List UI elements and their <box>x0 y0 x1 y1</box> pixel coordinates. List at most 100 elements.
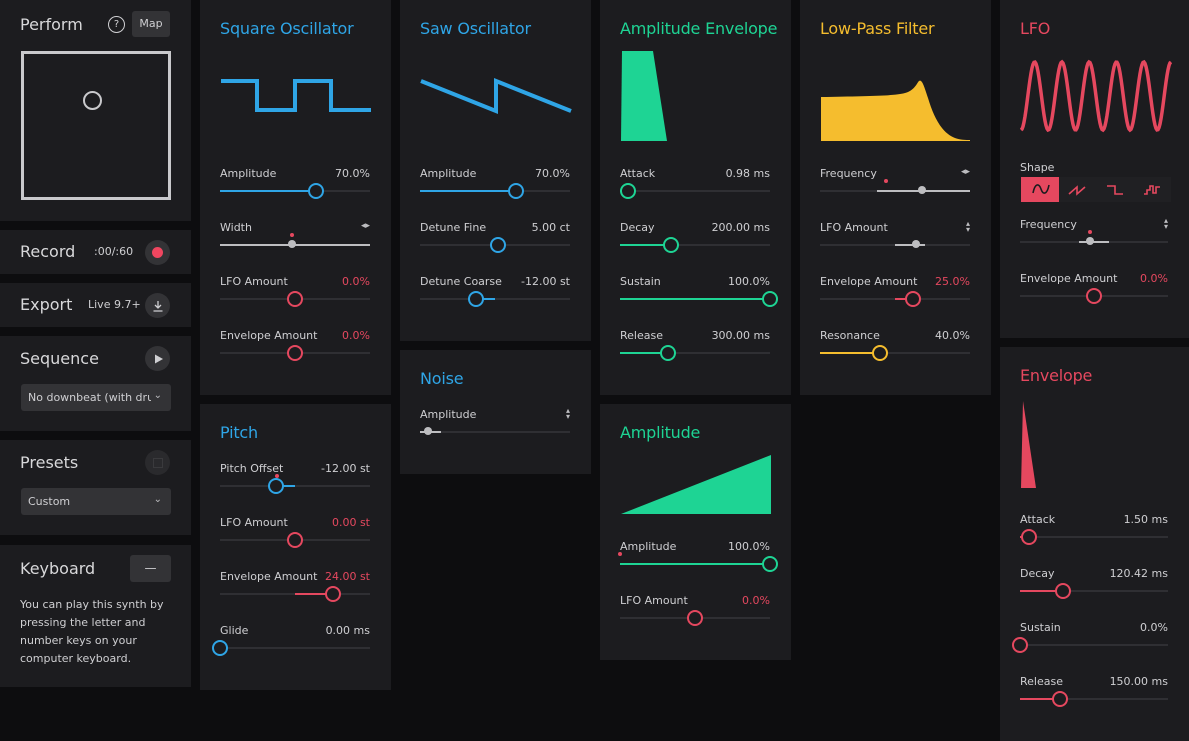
xy-pad-handle[interactable] <box>83 91 102 110</box>
lfo-amount-slider-handle[interactable] <box>287 532 303 548</box>
release-slider-handle[interactable] <box>1051 691 1068 707</box>
lfo-amount-slider[interactable] <box>820 240 970 248</box>
decay-value[interactable]: 120.42 ms <box>1110 567 1168 580</box>
shape-square-button[interactable] <box>1096 177 1134 202</box>
attack-value[interactable]: 1.50 ms <box>1124 513 1168 526</box>
lfo-amount-slider-handle[interactable] <box>687 610 703 626</box>
decay-slider-handle[interactable] <box>663 237 679 253</box>
release-value[interactable]: 150.00 ms <box>1110 675 1168 688</box>
shape-sawtooth-button[interactable] <box>1059 177 1097 202</box>
record-button[interactable] <box>145 240 170 265</box>
release-slider[interactable] <box>620 345 770 361</box>
detune-coarse-slider-handle[interactable] <box>467 291 484 307</box>
envelope-amount-value[interactable]: 0.0% <box>1140 272 1168 285</box>
pitch-offset-slider[interactable] <box>220 474 370 494</box>
amplitude-value[interactable]: 70.0% <box>335 167 370 180</box>
up-down-arrows-icon[interactable]: ▴ ▾ <box>966 220 970 234</box>
detune-coarse-value[interactable]: -12.00 st <box>521 275 570 288</box>
keyboard-toggle-button[interactable]: — <box>130 555 171 582</box>
resonance-slider-handle[interactable] <box>872 345 888 361</box>
envelope-amount-slider[interactable] <box>220 345 370 361</box>
left-right-arrows-icon[interactable]: ◂▸ <box>961 167 970 177</box>
amplitude-slider-handle[interactable] <box>308 183 324 199</box>
shape-random-button[interactable] <box>1134 177 1172 202</box>
attack-slider[interactable] <box>1020 529 1168 545</box>
sustain-slider[interactable] <box>1012 637 1168 653</box>
shape-sine-button[interactable] <box>1021 177 1059 202</box>
lfo-amount-value[interactable]: 0.0% <box>742 594 770 607</box>
envelope-amount-slider[interactable] <box>220 586 370 602</box>
map-button[interactable]: Map <box>132 11 170 37</box>
decay-slider[interactable] <box>620 237 770 253</box>
detune-fine-slider-handle[interactable] <box>490 237 506 253</box>
lfo-amount-value[interactable]: 0.00 st <box>332 516 370 529</box>
envelope-amount-value[interactable]: 24.00 st <box>325 570 370 583</box>
left-right-arrows-icon[interactable]: ◂▸ <box>361 221 370 231</box>
lfo-amount-slider[interactable] <box>220 291 370 307</box>
glide-slider[interactable] <box>212 640 370 656</box>
save-icon <box>152 457 163 468</box>
resonance-slider[interactable] <box>820 345 970 361</box>
sustain-slider[interactable] <box>620 291 778 307</box>
lfo-amount-slider-handle[interactable] <box>287 291 303 307</box>
frequency-slider[interactable] <box>820 179 970 194</box>
lfo-amount-slider[interactable] <box>220 532 370 548</box>
width-slider-handle[interactable] <box>288 240 296 248</box>
amplitude-value[interactable]: 70.0% <box>535 167 570 180</box>
release-slider[interactable] <box>1020 691 1168 707</box>
width-slider[interactable] <box>220 233 370 248</box>
sustain-value[interactable]: 0.0% <box>1140 621 1168 634</box>
up-down-arrows-icon[interactable]: ▴ ▾ <box>1164 217 1168 231</box>
attack-slider-handle[interactable] <box>1020 529 1037 545</box>
decay-slider[interactable] <box>1020 583 1168 599</box>
envelope-amount-value[interactable]: 0.0% <box>342 329 370 342</box>
xy-pad[interactable] <box>21 51 171 200</box>
frequency-slider-handle[interactable] <box>918 186 926 194</box>
sustain-slider-handle[interactable] <box>762 291 778 307</box>
lfo-amount-slider[interactable] <box>620 610 770 626</box>
attack-slider-handle[interactable] <box>619 183 636 199</box>
envelope-amount-value[interactable]: 25.0% <box>935 275 970 288</box>
amplitude-slider[interactable] <box>618 552 778 572</box>
envelope-amount-slider[interactable] <box>1020 288 1168 304</box>
glide-value[interactable]: 0.00 ms <box>326 624 370 637</box>
sequence-select[interactable]: No downbeat (with dru ⌄ <box>21 384 171 411</box>
lfo-amount-value[interactable]: 0.0% <box>342 275 370 288</box>
frequency-slider[interactable] <box>1020 230 1168 245</box>
envelope-amount-slider-handle[interactable] <box>1086 288 1102 304</box>
envelope-amount-slider-handle[interactable] <box>905 291 921 307</box>
sustain-slider-handle[interactable] <box>1012 637 1028 653</box>
envelope-amount-slider[interactable] <box>820 291 970 307</box>
detune-coarse-slider[interactable] <box>420 291 570 307</box>
amplitude-slider[interactable] <box>220 183 370 199</box>
detune-fine-slider[interactable] <box>420 237 570 253</box>
attack-slider[interactable] <box>619 183 770 199</box>
help-button[interactable]: ? <box>108 16 125 33</box>
lfo-amount-slider-handle[interactable] <box>912 240 920 248</box>
save-preset-button[interactable] <box>145 450 170 475</box>
frequency-slider-handle[interactable] <box>1085 237 1094 245</box>
attack-value[interactable]: 0.98 ms <box>726 167 770 180</box>
release-slider-handle[interactable] <box>660 345 676 361</box>
amplitude-slider-handle[interactable] <box>508 183 524 199</box>
amplitude-slider-handle[interactable] <box>423 427 432 435</box>
presets-select[interactable]: Custom ⌄ <box>21 488 171 515</box>
pitch-offset-value[interactable]: -12.00 st <box>321 462 370 475</box>
envelope-amount-slider-handle[interactable] <box>324 586 341 602</box>
release-value[interactable]: 300.00 ms <box>712 329 770 342</box>
envelope-amount-slider-handle[interactable] <box>287 345 303 361</box>
up-down-arrows-icon[interactable]: ▴ ▾ <box>566 407 570 421</box>
amplitude-slider[interactable] <box>420 183 570 199</box>
amplitude-slider[interactable] <box>420 427 570 435</box>
glide-slider-handle[interactable] <box>212 640 228 656</box>
resonance-value[interactable]: 40.0% <box>935 329 970 342</box>
decay-value[interactable]: 200.00 ms <box>712 221 770 234</box>
decay-slider-handle[interactable] <box>1054 583 1071 599</box>
amplitude-slider-handle[interactable] <box>762 556 778 572</box>
amplitude-value[interactable]: 100.0% <box>728 540 770 553</box>
play-button[interactable] <box>145 346 170 371</box>
export-button[interactable] <box>145 293 170 318</box>
pitch-offset-slider-handle[interactable] <box>267 478 284 494</box>
sustain-value[interactable]: 100.0% <box>728 275 770 288</box>
detune-fine-value[interactable]: 5.00 ct <box>532 221 570 234</box>
